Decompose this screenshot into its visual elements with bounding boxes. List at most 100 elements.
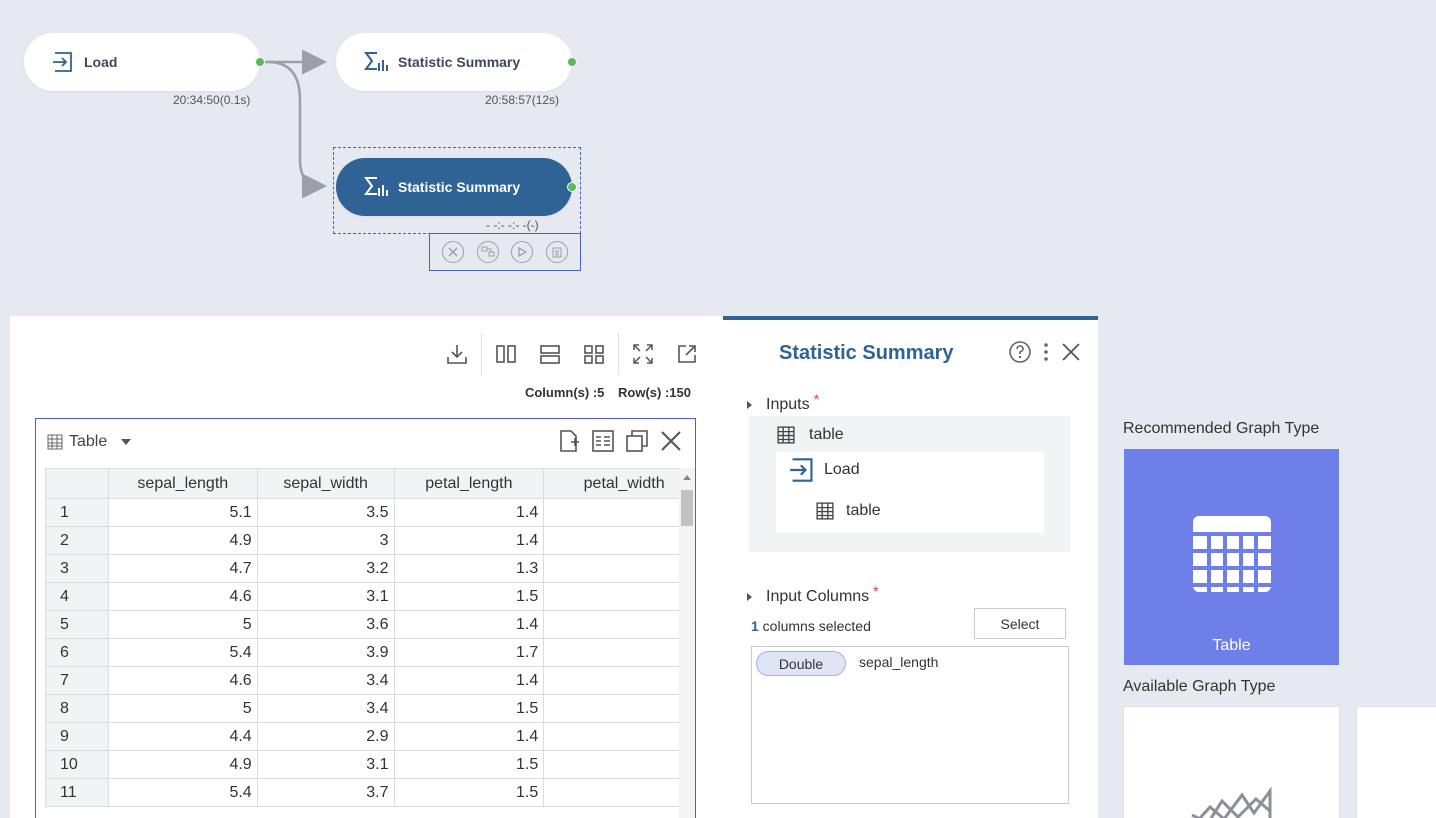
table-cell[interactable]: 5 (107, 610, 258, 639)
table-cell[interactable]: 1.4 (393, 666, 545, 695)
table-cell[interactable]: 0. (543, 750, 679, 779)
clipboard-icon[interactable] (545, 241, 568, 263)
input-table[interactable]: table (777, 426, 844, 444)
table-row[interactable]: 15.13.51.40. (45, 498, 679, 527)
table-cell[interactable]: 3.5 (256, 498, 395, 527)
table-cell[interactable]: 1.4 (393, 526, 545, 555)
output-port[interactable] (567, 182, 577, 192)
table-row[interactable]: 853.41.50. (45, 694, 679, 723)
table-cell[interactable]: 4.6 (107, 582, 258, 611)
table-row[interactable]: 44.63.11.50. (45, 582, 679, 611)
output-port[interactable] (255, 57, 265, 67)
recommended-graph-card[interactable]: Table (1124, 449, 1339, 665)
table-cell[interactable]: 0. (543, 666, 679, 695)
grid-layout-icon[interactable] (572, 343, 616, 365)
select-columns-button[interactable]: Select (974, 608, 1066, 639)
table-cell[interactable]: 0. (543, 722, 679, 751)
table-row[interactable]: 115.43.71.50. (45, 778, 679, 807)
scroll-up-icon[interactable] (683, 475, 691, 480)
chevron-down-icon[interactable] (121, 439, 132, 445)
data-grid[interactable]: sepal_length sepal_width petal_length pe… (45, 468, 679, 818)
table-cell[interactable]: 3 (256, 526, 395, 555)
fullscreen-icon[interactable] (621, 343, 665, 365)
table-cell[interactable]: 0. (543, 554, 679, 583)
open-external-icon[interactable] (665, 343, 709, 365)
table-cell[interactable]: 1.4 (393, 498, 545, 527)
table-cell[interactable]: 1.4 (393, 722, 545, 751)
table-cell[interactable]: 1.5 (393, 778, 545, 807)
table-row[interactable]: 65.43.91.70. (45, 638, 679, 667)
available-graph-card[interactable] (1356, 706, 1436, 818)
split-vertical-icon[interactable] (484, 343, 528, 365)
table-cell[interactable]: 3.1 (256, 582, 395, 611)
table-cell[interactable]: 0. (543, 582, 679, 611)
help-icon[interactable] (1008, 340, 1032, 364)
properties-panel: Statistic Summary Inputs * table Load ta… (723, 316, 1098, 818)
table-cell[interactable]: 3.2 (256, 554, 395, 583)
table-cell[interactable]: 1.5 (393, 750, 545, 779)
table-cell[interactable]: 1.5 (393, 694, 545, 723)
table-row[interactable]: 24.931.40. (45, 526, 679, 555)
table-cell[interactable]: 4.9 (107, 526, 258, 555)
source-table-label: table (846, 502, 881, 519)
table-cell[interactable]: 0. (543, 638, 679, 667)
download-icon[interactable] (435, 343, 479, 365)
table-cell[interactable]: 5.4 (107, 638, 258, 667)
table-cell[interactable]: 0. (543, 778, 679, 807)
available-graph-card[interactable] (1123, 706, 1340, 818)
table-cell[interactable]: 5.1 (107, 498, 258, 527)
input-columns-section-header[interactable]: Input Columns * (747, 583, 879, 606)
close-icon[interactable] (659, 429, 683, 453)
table-row[interactable]: 104.93.11.50. (45, 750, 679, 779)
column-header[interactable]: petal_length (393, 468, 545, 499)
more-icon[interactable] (1042, 341, 1050, 363)
table-cell[interactable]: 5.4 (107, 778, 258, 807)
column-header[interactable]: sepal_length (107, 468, 258, 499)
table-cell[interactable]: 0. (543, 610, 679, 639)
column-header[interactable]: petal_width (543, 468, 679, 499)
table-cell[interactable]: 4.4 (107, 722, 258, 751)
table-cell[interactable]: 2.9 (256, 722, 395, 751)
inputs-section-header[interactable]: Inputs * (747, 391, 819, 414)
output-port[interactable] (567, 57, 577, 67)
cancel-icon[interactable] (442, 241, 465, 263)
table-settings-icon[interactable] (591, 429, 615, 453)
table-cell[interactable]: 3.6 (256, 610, 395, 639)
table-cell[interactable]: 4.7 (107, 554, 258, 583)
table-cell[interactable]: 0. (543, 526, 679, 555)
table-cell[interactable]: 0. (543, 498, 679, 527)
scrollbar-thumb[interactable] (681, 490, 693, 526)
table-cell[interactable]: 3.1 (256, 750, 395, 779)
column-header[interactable]: sepal_width (256, 468, 395, 499)
table-cell[interactable]: 1.7 (393, 638, 545, 667)
vertical-scrollbar[interactable] (679, 468, 695, 818)
table-cell[interactable]: 3.4 (256, 694, 395, 723)
table-cell[interactable]: 3.7 (256, 778, 395, 807)
table-cell[interactable]: 4.6 (107, 666, 258, 695)
source-table[interactable]: table (816, 502, 881, 520)
table-view-title: Table (69, 433, 108, 450)
table-cell[interactable]: 5 (107, 694, 258, 723)
node-statistic-summary-selected[interactable]: Statistic Summary (336, 158, 577, 216)
workflow-canvas[interactable]: Load 20:34:50(0.1s) Statistic Summary 20… (0, 0, 1436, 316)
source-node[interactable]: Load (789, 458, 860, 482)
table-cell[interactable]: 3.9 (256, 638, 395, 667)
table-row[interactable]: 553.61.40. (45, 610, 679, 639)
new-file-icon[interactable] (557, 429, 581, 453)
close-icon[interactable] (1060, 341, 1082, 363)
table-cell[interactable]: 1.4 (393, 610, 545, 639)
table-cell[interactable]: 1.5 (393, 582, 545, 611)
table-row[interactable]: 34.73.21.30. (45, 554, 679, 583)
node-load[interactable]: Load (24, 33, 265, 91)
table-row[interactable]: 74.63.41.40. (45, 666, 679, 695)
table-row[interactable]: 94.42.91.40. (45, 722, 679, 751)
table-cell[interactable]: 0. (543, 694, 679, 723)
run-icon[interactable] (511, 241, 534, 263)
table-cell[interactable]: 4.9 (107, 750, 258, 779)
node-statistic-summary[interactable]: Statistic Summary (336, 33, 577, 91)
branch-icon[interactable] (476, 241, 499, 263)
split-horizontal-icon[interactable] (528, 343, 572, 365)
table-cell[interactable]: 1.3 (393, 554, 545, 583)
copy-icon[interactable] (625, 429, 649, 453)
table-cell[interactable]: 3.4 (256, 666, 395, 695)
